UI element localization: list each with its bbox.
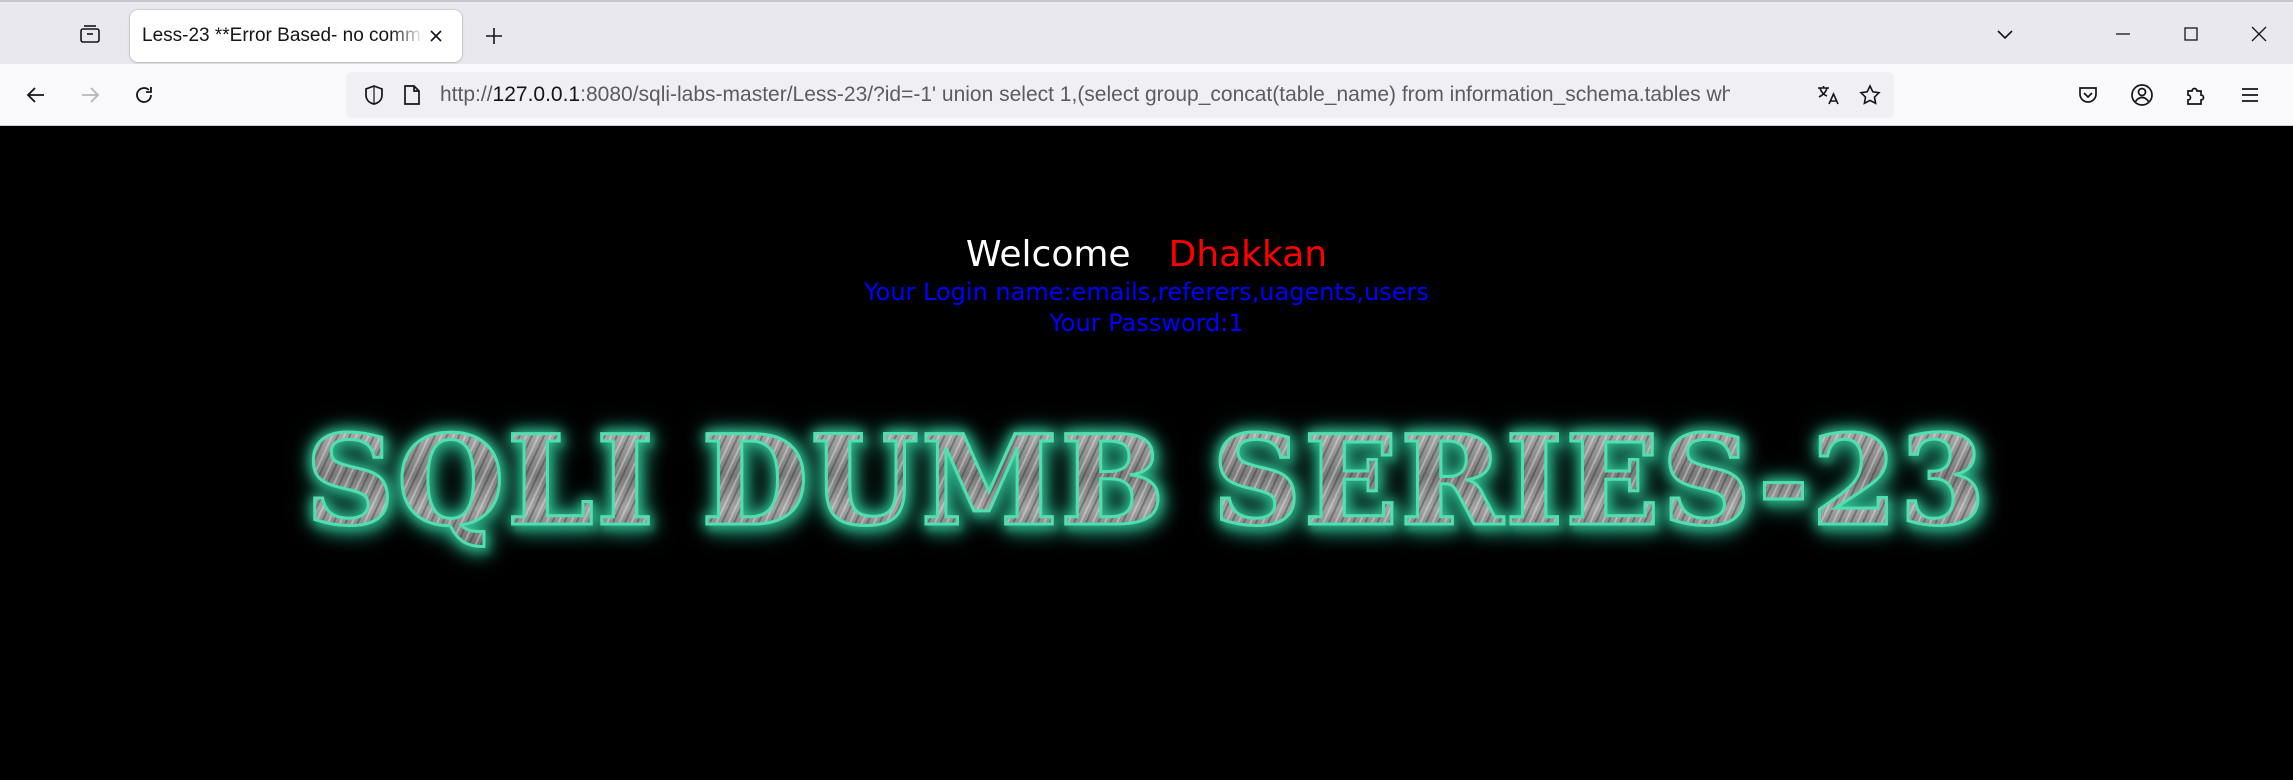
new-tab-button[interactable] bbox=[474, 16, 514, 56]
tab-close-button[interactable] bbox=[422, 22, 450, 50]
tab-bar: Less-23 **Error Based- no comments** bbox=[0, 0, 2293, 64]
close-icon bbox=[428, 28, 444, 44]
back-button[interactable] bbox=[16, 75, 56, 115]
tab-title: Less-23 **Error Based- no comments** bbox=[142, 25, 424, 46]
star-icon[interactable] bbox=[1856, 81, 1884, 109]
page-content: Welcome Dhakkan Your Login name:emails,re… bbox=[0, 127, 2293, 780]
address-bar[interactable]: http://127.0.0.1:8080/sqli-labs-master/L… bbox=[346, 72, 1894, 118]
plus-icon bbox=[483, 25, 505, 47]
welcome-text: Welcome bbox=[965, 234, 1131, 275]
login-name-text: Your Login name:emails,referers,uagents,… bbox=[864, 278, 1429, 306]
url-host: 127.0.0.1 bbox=[492, 83, 581, 106]
maximize-button[interactable] bbox=[2157, 2, 2225, 66]
close-icon bbox=[2250, 25, 2268, 43]
reload-icon bbox=[132, 83, 156, 107]
password-text: Your Password:1 bbox=[1049, 309, 1244, 337]
url-text: http://127.0.0.1:8080/sqli-labs-master/L… bbox=[440, 72, 1730, 118]
pocket-icon bbox=[2076, 83, 2100, 107]
pocket-button[interactable] bbox=[2061, 73, 2115, 117]
toolbar-actions bbox=[2061, 64, 2293, 126]
puzzle-icon bbox=[2183, 82, 2209, 108]
forward-arrow-icon bbox=[78, 83, 102, 107]
extensions-button[interactable] bbox=[2169, 73, 2223, 117]
minimize-icon bbox=[2114, 25, 2132, 43]
reload-button[interactable] bbox=[124, 75, 164, 115]
user-name-text: Dhakkan bbox=[1168, 234, 1328, 275]
navigation-toolbar: http://127.0.0.1:8080/sqli-labs-master/L… bbox=[0, 64, 2293, 126]
back-arrow-icon bbox=[24, 83, 48, 107]
minimize-button[interactable] bbox=[2089, 2, 2157, 66]
active-tab[interactable]: Less-23 **Error Based- no comments** bbox=[130, 10, 462, 62]
account-button[interactable] bbox=[2115, 73, 2169, 117]
page-icon[interactable] bbox=[398, 81, 426, 109]
hamburger-menu-icon bbox=[2238, 83, 2262, 107]
url-field[interactable]: http://127.0.0.1:8080/sqli-labs-master/L… bbox=[440, 72, 1730, 118]
close-window-button[interactable] bbox=[2225, 2, 2293, 66]
url-prefix: http:// bbox=[440, 83, 493, 106]
account-icon bbox=[2129, 82, 2155, 108]
tab-list-button[interactable] bbox=[64, 14, 116, 54]
url-path: :8080/sqli-labs-master/Less-23/?id=-1' u… bbox=[580, 83, 1730, 106]
translate-icon[interactable] bbox=[1814, 81, 1842, 109]
forward-button[interactable] bbox=[70, 75, 110, 115]
app-menu-button[interactable] bbox=[2223, 73, 2277, 117]
series-banner-title: SQLI DUMB SERIES-23 bbox=[0, 415, 2293, 548]
welcome-line: Welcome Dhakkan bbox=[0, 232, 2293, 278]
tab-list-icon bbox=[78, 22, 102, 46]
window-controls bbox=[1971, 2, 2293, 66]
chevron-down-icon bbox=[1994, 23, 2016, 45]
list-all-tabs-button[interactable] bbox=[1971, 2, 2039, 66]
shield-icon[interactable] bbox=[360, 81, 388, 109]
maximize-icon bbox=[2182, 25, 2200, 43]
